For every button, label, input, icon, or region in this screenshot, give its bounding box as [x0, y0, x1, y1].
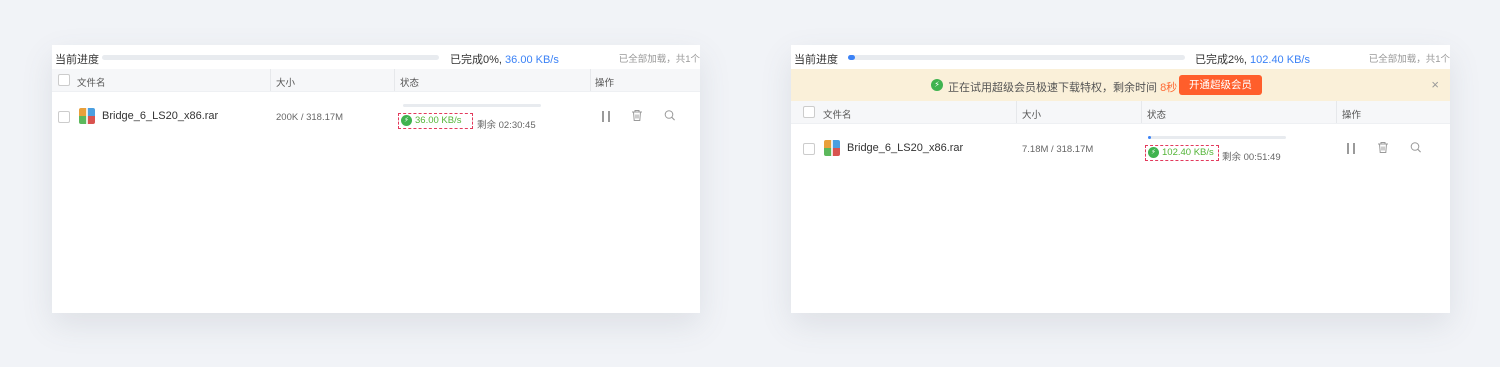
download-speed: ⚡ 102.40 KB/s [1145, 145, 1219, 161]
column-divider[interactable] [270, 69, 271, 91]
overall-progress-status: 已完成0%, 36.00 KB/s [450, 51, 559, 67]
loaded-count: 已全部加载，共1个 [618, 54, 700, 65]
search-icon[interactable] [664, 109, 676, 125]
file-size: 7.18M / 318.17M [1022, 144, 1094, 155]
progress-percent-text: 已完成0%, [450, 54, 502, 66]
column-size[interactable]: 大小 [1022, 107, 1041, 121]
speed-value: 102.40 KB/s [1162, 147, 1214, 158]
column-status[interactable]: 状态 [400, 75, 419, 89]
column-divider[interactable] [590, 69, 591, 91]
file-progress-fill [1148, 136, 1151, 139]
bolt-icon: ⚡ [401, 115, 412, 126]
file-size: 200K / 318.17M [276, 112, 344, 123]
pause-icon[interactable] [1346, 143, 1356, 154]
vip-trial-banner: ⚡ 正在试用超级会员极速下载特权，剩余时间 8秒 开通超级会员 × [791, 69, 1450, 101]
progress-label: 当前进度 [55, 54, 99, 66]
select-all-checkbox[interactable] [58, 74, 70, 86]
trial-message: 正在试用超级会员极速下载特权，剩余时间 8秒 [948, 79, 1177, 95]
rar-archive-icon [79, 108, 95, 124]
speed-value: 36.00 KB/s [415, 115, 462, 126]
column-name[interactable]: 文件名 [77, 75, 106, 89]
trial-seconds: 8秒 [1160, 82, 1178, 94]
rar-archive-icon [824, 140, 840, 156]
overall-progress-bar [848, 55, 1185, 60]
column-ops: 操作 [595, 78, 615, 89]
column-divider[interactable] [394, 69, 395, 91]
overall-progress-fill [848, 55, 855, 60]
trial-text: 正在试用超级会员极速下载特权，剩余时间 [948, 82, 1157, 94]
time-remaining: 剩余 00:51:49 [1222, 152, 1281, 163]
file-name[interactable]: Bridge_6_LS20_x86.rar [102, 110, 218, 122]
overall-progress-header: 当前进度 已完成2%, 102.40 KB/s 已全部加载，共1个 [791, 45, 1450, 69]
bolt-icon: ⚡ [1148, 147, 1159, 158]
pause-icon[interactable] [601, 111, 611, 122]
download-panel-left: 当前进度 已完成0%, 36.00 KB/s 已全部加载，共1个 文件名 大小 … [52, 45, 700, 313]
trash-icon[interactable] [631, 109, 643, 125]
progress-label: 当前进度 [794, 54, 838, 66]
progress-percent-text: 已完成2%, [1195, 54, 1247, 66]
column-size[interactable]: 大小 [276, 75, 295, 89]
file-progress-bar [1148, 136, 1286, 139]
file-row[interactable]: Bridge_6_LS20_x86.rar 200K / 318.17M ⚡ 3… [52, 92, 700, 138]
table-header: 文件名 大小 状态 操作 [52, 69, 700, 92]
column-status[interactable]: 状态 [1147, 107, 1166, 121]
file-row[interactable]: Bridge_6_LS20_x86.rar 7.18M / 318.17M ⚡ … [791, 124, 1450, 170]
close-icon[interactable]: × [1431, 77, 1439, 92]
column-name[interactable]: 文件名 [823, 107, 852, 121]
file-progress-bar [403, 104, 541, 107]
select-all-checkbox[interactable] [803, 106, 815, 118]
row-checkbox[interactable] [803, 143, 815, 155]
overall-progress-header: 当前进度 已完成0%, 36.00 KB/s 已全部加载，共1个 [52, 45, 700, 69]
trash-icon[interactable] [1377, 141, 1389, 157]
time-remaining: 剩余 02:30:45 [477, 120, 536, 131]
row-checkbox[interactable] [58, 111, 70, 123]
overall-progress-status: 已完成2%, 102.40 KB/s [1195, 51, 1310, 67]
overall-progress-bar [102, 55, 439, 60]
loaded-count: 已全部加载，共1个 [1368, 54, 1450, 65]
search-icon[interactable] [1410, 141, 1422, 157]
download-panel-right: 当前进度 已完成2%, 102.40 KB/s 已全部加载，共1个 ⚡ 正在试用… [791, 45, 1450, 313]
column-divider[interactable] [1336, 101, 1337, 123]
overall-speed: 102.40 KB/s [1250, 54, 1310, 66]
open-vip-button[interactable]: 开通超级会员 [1179, 75, 1262, 95]
table-header: 文件名 大小 状态 操作 [791, 101, 1450, 124]
column-ops: 操作 [1342, 110, 1362, 121]
column-divider[interactable] [1016, 101, 1017, 123]
download-speed: ⚡ 36.00 KB/s [398, 113, 473, 129]
overall-speed: 36.00 KB/s [505, 54, 559, 66]
file-name[interactable]: Bridge_6_LS20_x86.rar [847, 142, 963, 154]
bolt-icon: ⚡ [931, 79, 943, 91]
column-divider[interactable] [1141, 101, 1142, 123]
